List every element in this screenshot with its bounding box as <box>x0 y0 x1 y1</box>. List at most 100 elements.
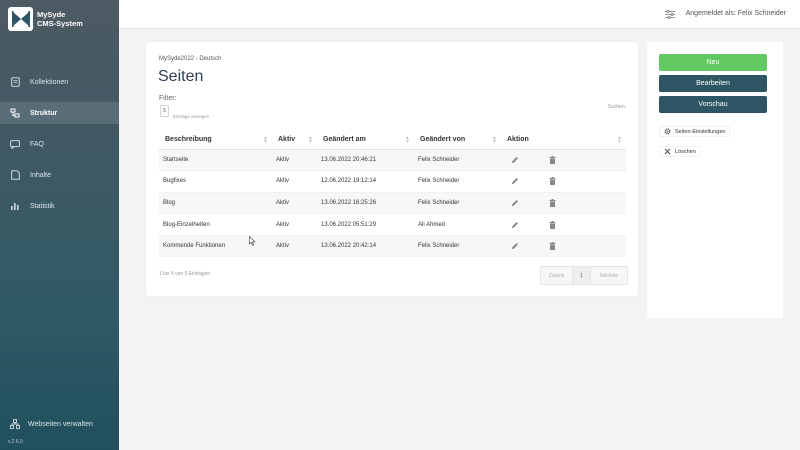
trash-icon[interactable] <box>549 177 557 186</box>
table-row[interactable]: Blog-Einzelheiten Aktiv 13.06.2022 05:51… <box>159 213 626 236</box>
file-icon <box>10 170 20 180</box>
cell-aktion <box>501 235 626 258</box>
cell-aktiv: Aktiv <box>272 192 317 215</box>
sidebar: MySyde CMS-System Kollektionen Struktur … <box>0 0 119 450</box>
logged-in-user[interactable]: Angemeldet als: Felix Schneider <box>686 10 786 17</box>
cell-aktiv: Aktiv <box>272 213 317 236</box>
sidebar-item-label: FAQ <box>30 140 45 148</box>
sidebar-item-kollektionen[interactable]: Kollektionen <box>0 71 119 93</box>
cell-geaendert-von: Felix Schneider <box>414 149 501 172</box>
new-button[interactable]: Neu <box>659 54 767 71</box>
page-settings-label: Seiten-Einstellungen <box>675 128 726 135</box>
cell-geaendert-von: Felix Schneider <box>414 170 501 193</box>
page-title: Seiten <box>158 68 204 85</box>
cell-geaendert-am: 12.06.2022 19:12:14 <box>317 170 414 193</box>
cell-aktiv: Aktiv <box>272 235 317 258</box>
sidebar-item-label: Statistik <box>30 202 55 210</box>
pages-card: MySyde2022 - Deutsch Seiten Filter: 5 Ei… <box>146 42 638 296</box>
cell-beschreibung: Blog <box>159 192 272 215</box>
column-header-beschreibung[interactable]: Beschreibung ▲ ▼ <box>159 130 272 150</box>
pagination: Zurück 1 Nächste <box>540 266 628 285</box>
delete-label: Löschen <box>675 148 696 155</box>
cell-beschreibung: Bugfixes <box>159 170 272 193</box>
table-row[interactable]: Blog Aktiv 13.06.2022 16:25:26 Felix Sch… <box>159 192 626 215</box>
search-label: Suchen: <box>607 104 626 110</box>
trash-icon[interactable] <box>549 155 557 164</box>
sort-icon: ▲ ▼ <box>617 135 622 145</box>
network-icon <box>10 419 20 429</box>
page-settings-button[interactable]: Seiten-Einstellungen <box>659 126 731 137</box>
cell-geaendert-am: 13.06.2022 05:51:29 <box>317 213 414 236</box>
cell-geaendert-am: 13.06.2022 20:42:14 <box>317 235 414 258</box>
actions-panel: Neu Bearbeiten Vorschau Seiten-Einstellu… <box>647 42 783 318</box>
sort-icon: ▲ ▼ <box>492 135 497 145</box>
table-row[interactable]: Startseite Aktiv 13.06.2022 20:46:21 Fel… <box>159 149 626 172</box>
sidebar-nav: Kollektionen Struktur FAQ Inhalte Statis… <box>0 71 119 226</box>
sidebar-item-label: Kollektionen <box>30 78 69 86</box>
cell-geaendert-am: 13.06.2022 20:46:21 <box>317 149 414 172</box>
cell-aktion <box>501 170 626 193</box>
sliders-icon[interactable] <box>665 9 675 20</box>
pagination-page-1[interactable]: 1 <box>573 267 591 284</box>
cell-geaendert-am: 13.06.2022 16:25:26 <box>317 192 414 215</box>
mouse-cursor-icon <box>249 235 256 246</box>
pagination-prev-button[interactable]: Zurück <box>541 267 573 284</box>
edit-pencil-icon[interactable] <box>511 242 519 250</box>
cell-aktiv: Aktiv <box>272 149 317 172</box>
delete-button[interactable]: Löschen <box>659 146 701 157</box>
trash-icon[interactable] <box>549 220 557 229</box>
column-header-aktiv[interactable]: Aktiv ▲ ▼ <box>272 130 317 150</box>
brand[interactable]: MySyde CMS-System <box>8 7 83 31</box>
cell-geaendert-von: Felix Schneider <box>414 235 501 258</box>
sitemap-icon <box>10 108 20 118</box>
breadcrumb[interactable]: MySyde2022 - Deutsch <box>159 56 221 62</box>
cell-aktion <box>501 192 626 215</box>
column-header-geaendert-von[interactable]: Geändert von ▲ ▼ <box>414 130 501 150</box>
edit-pencil-icon[interactable] <box>511 199 519 207</box>
cell-beschreibung: Startseite <box>159 149 272 172</box>
table-row[interactable]: Bugfixes Aktiv 12.06.2022 19:12:14 Felix… <box>159 170 626 193</box>
column-header-aktion[interactable]: Aktion ▲ ▼ <box>501 130 626 150</box>
brand-name: MySyde <box>37 10 66 19</box>
gear-icon <box>664 128 671 135</box>
cell-aktion <box>501 149 626 172</box>
trash-icon[interactable] <box>549 242 557 251</box>
manage-websites-label: Webseiten verwalten <box>28 420 93 428</box>
edit-pencil-icon[interactable] <box>511 156 519 164</box>
preview-button[interactable]: Vorschau <box>659 96 767 113</box>
pages-table: Beschreibung ▲ ▼ Aktiv ▲ ▼ Geändert am ▲ ▼ Geä… <box>159 130 626 258</box>
table-row[interactable]: Kommende Funktionen Aktiv 13.06.2022 20:… <box>159 235 626 258</box>
sidebar-item-statistik[interactable]: Statistik <box>0 195 119 217</box>
filter-label: Filter: <box>159 95 177 102</box>
table-info: 1 bis 5 von 5 Einträgen <box>159 271 211 277</box>
sidebar-item-label: Inhalte <box>30 171 52 179</box>
trash-icon[interactable] <box>549 198 557 207</box>
table-header-row: Beschreibung ▲ ▼ Aktiv ▲ ▼ Geändert am ▲ ▼ Geä… <box>159 130 626 150</box>
sidebar-item-struktur[interactable]: Struktur <box>0 102 119 124</box>
sidebar-item-inhalte[interactable]: Inhalte <box>0 164 119 186</box>
sort-icon: ▲ ▼ <box>308 135 313 145</box>
document-icon <box>10 77 20 87</box>
edit-button[interactable]: Bearbeiten <box>659 75 767 92</box>
brand-subtitle: CMS-System <box>37 19 83 28</box>
cell-beschreibung: Blog-Einzelheiten <box>159 213 272 236</box>
manage-websites-link[interactable]: Webseiten verwalten <box>10 419 93 429</box>
edit-pencil-icon[interactable] <box>511 221 519 229</box>
sidebar-item-faq[interactable]: FAQ <box>0 133 119 155</box>
cell-geaendert-von: Ali Ahmed <box>414 213 501 236</box>
pagination-next-button[interactable]: Nächste <box>591 267 627 284</box>
top-header: Angemeldet als: Felix Schneider <box>119 0 800 29</box>
chat-icon <box>10 139 20 149</box>
mysyde-logo-icon <box>8 7 33 31</box>
entries-length-select[interactable]: 5 <box>160 105 169 117</box>
cell-aktion <box>501 213 626 236</box>
version-label: v.2.6.0 <box>8 439 23 445</box>
edit-pencil-icon[interactable] <box>511 177 519 185</box>
sort-icon: ▲ ▼ <box>263 135 268 145</box>
bar-chart-icon <box>10 201 20 211</box>
sidebar-item-label: Struktur <box>30 109 58 117</box>
column-header-geaendert-am[interactable]: Geändert am ▲ ▼ <box>317 130 414 150</box>
cell-geaendert-von: Felix Schneider <box>414 192 501 215</box>
sort-icon: ▲ ▼ <box>405 135 410 145</box>
entries-length-label: Einträge anzeigen <box>173 114 210 119</box>
